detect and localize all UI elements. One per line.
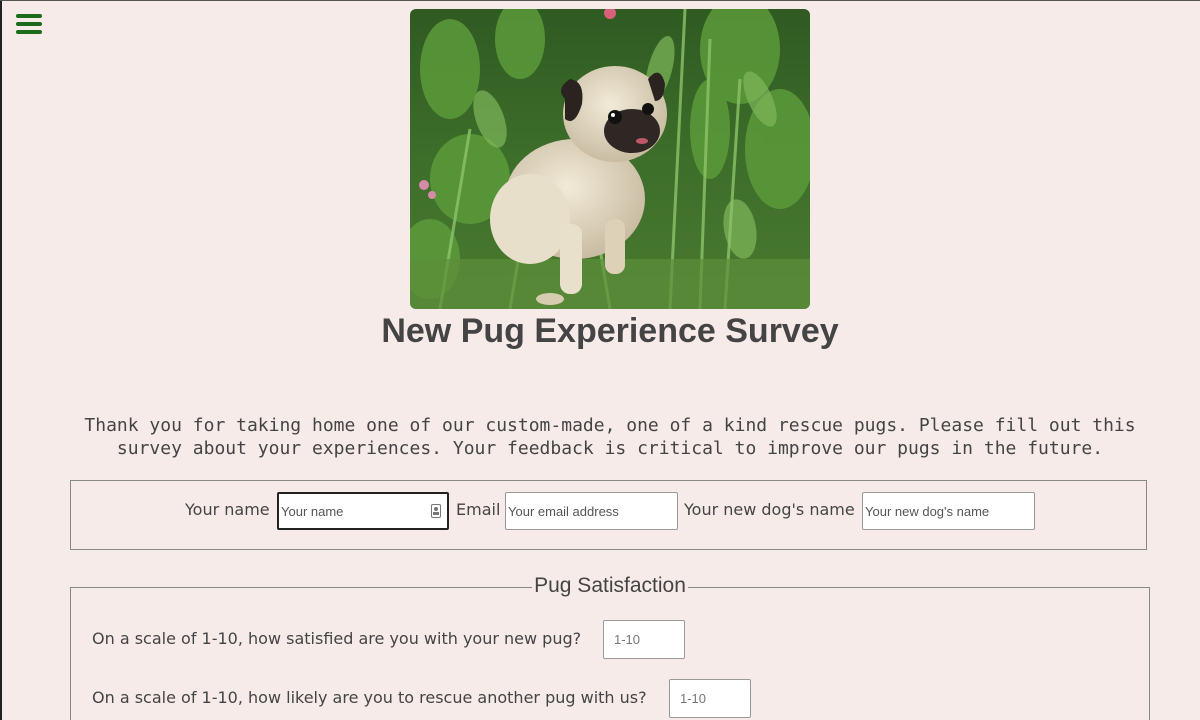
satisfaction-legend: Pug Satisfaction	[532, 574, 688, 597]
dog-name-label: Your new dog's name	[684, 500, 855, 519]
email-label: Email	[456, 500, 501, 519]
satisfaction-question-2: On a scale of 1-10, how likely are you t…	[92, 688, 647, 707]
window-left-edge	[0, 0, 2, 720]
name-field[interactable]	[277, 492, 449, 530]
pug-photo	[410, 9, 810, 309]
satisfaction-input-2[interactable]	[669, 679, 751, 718]
satisfaction-question-1: On a scale of 1-10, how satisfied are yo…	[92, 629, 582, 648]
window-top-edge	[0, 0, 1200, 1]
satisfaction-input-1[interactable]	[603, 620, 685, 659]
intro-text: Thank you for taking home one of our cus…	[84, 415, 1136, 459]
dog-name-field[interactable]	[862, 492, 1035, 530]
name-label: Your name	[185, 500, 270, 519]
hamburger-menu-icon[interactable]	[16, 13, 42, 35]
page-title: New Pug Experience Survey	[381, 312, 839, 350]
contact-card-icon	[431, 504, 441, 518]
email-field[interactable]	[505, 492, 678, 530]
